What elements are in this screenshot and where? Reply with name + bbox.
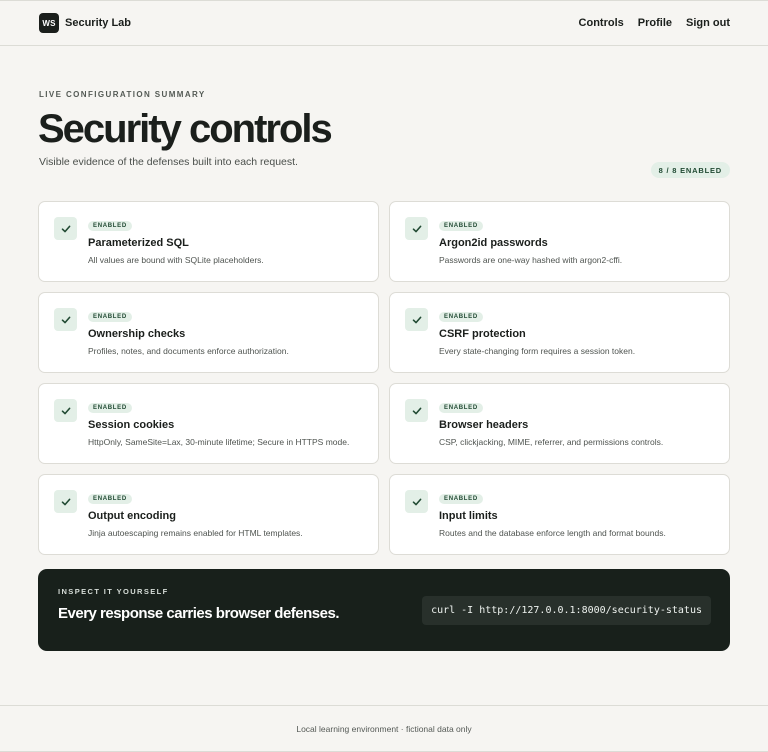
nav-controls-link[interactable]: Controls xyxy=(579,17,624,29)
control-card-output-encoding: ENABLED Output encoding Jinja autoescaping… xyxy=(38,474,379,555)
controls-grid: ENABLED Parameterized SQL All values are b… xyxy=(38,201,730,555)
nav-profile-link[interactable]: Profile xyxy=(638,17,672,29)
check-icon xyxy=(405,490,428,513)
page-footer: Local learning environment · fictional d… xyxy=(0,705,768,752)
brand[interactable]: WS Security Lab xyxy=(39,13,131,33)
control-card-session-cookies: ENABLED Session cookies HttpOnly, SameSite… xyxy=(38,383,379,464)
main-nav: Controls Profile Sign out xyxy=(579,17,730,29)
control-description: Jinja autoescaping remains enabled for H… xyxy=(88,528,303,538)
status-badge: ENABLED xyxy=(88,494,132,504)
control-description: Every state-changing form requires a ses… xyxy=(439,346,636,356)
control-card-ownership-checks: ENABLED Ownership checks Profiles, notes, … xyxy=(38,292,379,373)
control-card-input-limits: ENABLED Input limits Routes and the databa… xyxy=(389,474,730,555)
check-icon xyxy=(54,217,77,240)
inspect-eyebrow: INSPECT IT YOURSELF xyxy=(58,587,169,596)
top-header: WS Security Lab Controls Profile Sign ou… xyxy=(0,0,768,46)
status-badge: ENABLED xyxy=(88,221,132,231)
control-description: Passwords are one-way hashed with argon2… xyxy=(439,255,623,265)
status-badge: ENABLED xyxy=(88,312,132,322)
check-icon xyxy=(54,308,77,331)
status-badge: ENABLED xyxy=(439,494,483,504)
status-badge: ENABLED xyxy=(439,221,483,231)
check-icon xyxy=(54,399,77,422)
control-title: Argon2id passwords xyxy=(439,237,548,249)
check-icon xyxy=(54,490,77,513)
status-badge: ENABLED xyxy=(439,403,483,413)
control-description: HttpOnly, SameSite=Lax, 30-minute lifeti… xyxy=(88,437,350,447)
check-icon xyxy=(405,308,428,331)
control-card-parameterized-sql: ENABLED Parameterized SQL All values are b… xyxy=(38,201,379,282)
page-title: Security controls xyxy=(38,107,333,151)
status-badge: ENABLED xyxy=(439,312,483,322)
control-card-argon2id-passwords: ENABLED Argon2id passwords Passwords are o… xyxy=(389,201,730,282)
inspect-panel: INSPECT IT YOURSELF Every response carri… xyxy=(38,569,730,651)
control-title: Ownership checks xyxy=(88,328,186,340)
status-badge: ENABLED xyxy=(88,403,132,413)
control-description: Routes and the database enforce length a… xyxy=(439,528,666,538)
control-title: Parameterized SQL xyxy=(88,237,189,249)
brand-logo: WS xyxy=(39,13,59,33)
control-card-csrf-protection: ENABLED CSRF protection Every state-changi… xyxy=(389,292,730,373)
inspect-title: Every response carries browser defenses. xyxy=(58,605,340,622)
control-title: Input limits xyxy=(439,510,498,522)
control-description: Profiles, notes, and documents enforce a… xyxy=(88,346,289,356)
footer-text: Local learning environment · fictional d… xyxy=(296,723,472,734)
check-icon xyxy=(405,399,428,422)
page-subtitle: Visible evidence of the defenses built i… xyxy=(39,156,298,168)
curl-command[interactable]: curl -I http://127.0.0.1:8000/security-s… xyxy=(422,596,711,625)
brand-name: Security Lab xyxy=(65,17,132,29)
hero-eyebrow: LIVE CONFIGURATION SUMMARY xyxy=(39,90,206,99)
nav-sign-out-link[interactable]: Sign out xyxy=(686,17,730,29)
control-card-browser-headers: ENABLED Browser headers CSP, clickjacking,… xyxy=(389,383,730,464)
control-title: CSRF protection xyxy=(439,328,526,340)
enabled-count-badge: 8 / 8 ENABLED xyxy=(650,162,730,178)
control-description: CSP, clickjacking, MIME, referrer, and p… xyxy=(439,437,664,447)
check-icon xyxy=(405,217,428,240)
control-title: Session cookies xyxy=(88,419,175,431)
control-description: All values are bound with SQLite placeho… xyxy=(88,255,264,265)
control-title: Browser headers xyxy=(439,419,529,431)
control-title: Output encoding xyxy=(88,510,176,522)
